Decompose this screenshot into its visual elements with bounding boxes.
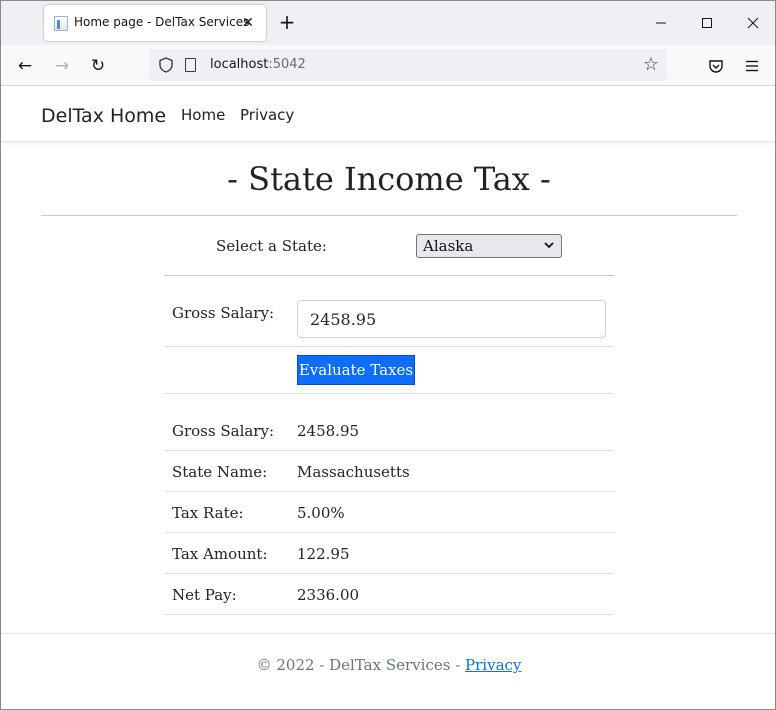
result-value-tax-amount: 122.95 xyxy=(297,545,350,563)
site-navbar: DelTax Home Home Privacy xyxy=(1,86,775,142)
result-label-tax-rate: Tax Rate: xyxy=(172,504,244,522)
state-select-label: Select a State: xyxy=(216,237,327,255)
page-title: - State Income Tax - xyxy=(227,160,551,198)
page-footer: © 2022 - DelTax Services - Privacy xyxy=(1,633,775,709)
browser-tab[interactable]: Home page - DelTax Services ✕ xyxy=(44,5,266,41)
row-divider xyxy=(164,346,614,347)
reload-icon[interactable]: ↻ xyxy=(86,54,110,78)
maximize-icon[interactable] xyxy=(695,11,719,35)
row-divider xyxy=(164,491,614,492)
brand-link[interactable]: DelTax Home xyxy=(41,105,166,127)
result-label-net-pay: Net Pay: xyxy=(172,586,237,604)
tab-bar: Home page - DelTax Services ✕ + xyxy=(1,1,775,45)
page-favicon-icon xyxy=(54,16,68,31)
new-tab-icon[interactable]: + xyxy=(277,12,297,34)
copyright-text: © 2022 - DelTax Services - xyxy=(256,656,466,674)
result-label-tax-amount: Tax Amount: xyxy=(172,545,268,563)
result-value-net-pay: 2336.00 xyxy=(297,586,360,604)
url-bar[interactable]: localhost:5042 ☆ xyxy=(149,49,667,81)
url-port: :5042 xyxy=(268,57,306,72)
forward-arrow-icon[interactable]: → xyxy=(50,54,74,78)
result-label-gross-salary: Gross Salary: xyxy=(172,422,275,440)
footer-text: © 2022 - DelTax Services - Privacy xyxy=(1,656,775,674)
nav-link-home[interactable]: Home xyxy=(181,106,225,124)
url-host: localhost xyxy=(210,57,269,72)
gross-salary-input-label: Gross Salary: xyxy=(172,304,275,322)
result-value-tax-rate: 5.00% xyxy=(297,504,345,522)
footer-privacy-link[interactable]: Privacy xyxy=(465,656,521,674)
state-select-value: Alaska xyxy=(423,237,474,255)
result-label-state-name: State Name: xyxy=(172,463,268,481)
close-tab-icon[interactable]: ✕ xyxy=(238,13,258,33)
browser-toolbar: ← → ↻ localhost:5042 ☆ xyxy=(1,45,775,86)
row-divider xyxy=(164,614,614,615)
result-value-gross-salary: 2458.95 xyxy=(297,422,360,440)
state-select[interactable]: Alaska xyxy=(416,234,562,258)
web-page: DelTax Home Home Privacy - State Income … xyxy=(1,86,775,709)
title-divider xyxy=(41,215,737,216)
result-value-state-name: Massachusetts xyxy=(297,463,410,481)
row-divider xyxy=(164,393,614,394)
minimize-icon[interactable] xyxy=(649,11,673,35)
page-info-icon[interactable] xyxy=(185,58,196,72)
chevron-down-icon xyxy=(543,235,555,258)
row-divider xyxy=(164,532,614,533)
url-text[interactable]: localhost:5042 xyxy=(210,57,306,72)
browser-window: Home page - DelTax Services ✕ + ← → ↻ lo… xyxy=(0,0,776,710)
nav-link-privacy[interactable]: Privacy xyxy=(240,106,294,124)
row-divider xyxy=(164,573,614,574)
pocket-icon[interactable] xyxy=(704,54,728,78)
menu-hamburger-icon[interactable] xyxy=(740,54,764,78)
back-arrow-icon[interactable]: ← xyxy=(13,54,37,78)
gross-salary-input[interactable]: 2458.95 xyxy=(297,300,606,338)
tab-title: Home page - DelTax Services xyxy=(74,15,250,29)
bookmark-star-icon[interactable]: ☆ xyxy=(643,54,659,75)
row-divider xyxy=(164,450,614,451)
form-divider xyxy=(164,275,614,276)
evaluate-taxes-button[interactable]: Evaluate Taxes xyxy=(297,355,415,385)
tracking-shield-icon[interactable] xyxy=(159,57,173,73)
close-window-icon[interactable] xyxy=(741,11,765,35)
